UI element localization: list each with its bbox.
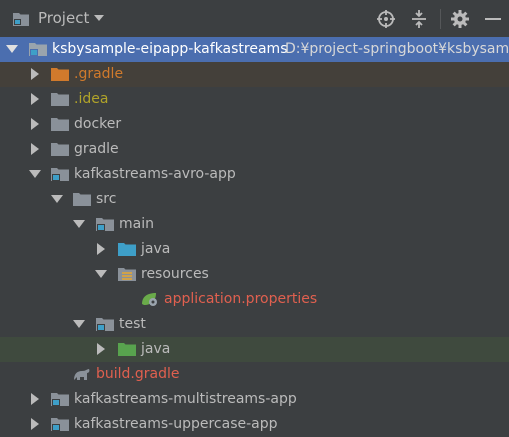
tree-item-label: docker — [74, 116, 122, 132]
folder-icon — [51, 118, 69, 131]
expanded-arrow-icon[interactable] — [73, 218, 85, 230]
module-folder-icon — [51, 393, 69, 406]
tree-item-label: gradle — [74, 141, 119, 157]
view-selector-label[interactable]: Project — [38, 9, 89, 27]
collapsed-arrow-icon[interactable] — [95, 243, 107, 255]
collapsed-arrow-icon[interactable] — [29, 143, 41, 155]
tree-row-idea[interactable]: .idea — [0, 87, 509, 112]
excluded-folder-icon — [51, 68, 69, 81]
tree-item-label: kafkastreams-avro-app — [74, 166, 236, 182]
collapsed-arrow-icon[interactable] — [29, 393, 41, 405]
project-folder-icon — [13, 13, 29, 26]
root-module-name: ksbysample-eipapp-kafkastreams — [52, 41, 288, 57]
collapse-all-icon[interactable] — [409, 9, 429, 29]
tree-item-label: main — [119, 216, 154, 232]
tree-item-label: build.gradle — [96, 366, 180, 382]
collapsed-arrow-icon[interactable] — [95, 343, 107, 355]
folder-icon — [73, 193, 91, 206]
locate-icon[interactable] — [376, 9, 396, 29]
project-tree[interactable]: ksbysample-eipapp-kafkastreams D:¥projec… — [0, 37, 509, 432]
tree-item-label: .gradle — [74, 66, 124, 82]
gradle-file-icon — [74, 369, 90, 380]
collapsed-arrow-icon[interactable] — [29, 68, 41, 80]
module-folder-icon — [96, 318, 114, 331]
expanded-arrow-icon[interactable] — [51, 193, 63, 205]
module-folder-icon — [51, 418, 69, 431]
tree-item-label: test — [119, 316, 146, 332]
tree-item-label: java — [141, 341, 171, 357]
tree-row-gradle[interactable]: gradle — [0, 137, 509, 162]
expanded-arrow-icon[interactable] — [29, 168, 41, 180]
expanded-arrow-icon[interactable] — [73, 318, 85, 330]
tree-row-test[interactable]: test — [0, 312, 509, 337]
collapsed-arrow-icon[interactable] — [29, 93, 41, 105]
chevron-down-icon[interactable] — [93, 13, 105, 23]
test-source-folder-icon — [118, 343, 136, 356]
tree-row-main[interactable]: main — [0, 212, 509, 237]
tree-item-label: application.properties — [164, 291, 318, 307]
tree-item-label: java — [141, 241, 171, 257]
project-tool-window-header: Project — [0, 0, 509, 37]
tree-row-main-java[interactable]: java — [0, 237, 509, 262]
tree-row-root[interactable]: ksbysample-eipapp-kafkastreams D:¥projec… — [0, 37, 509, 62]
tree-row-application-properties[interactable]: application.properties — [0, 287, 509, 312]
module-folder-icon — [96, 218, 114, 231]
module-folder-icon — [29, 43, 47, 56]
tree-row-kafkastreams-multistreams-app[interactable]: kafkastreams-multistreams-app — [0, 387, 509, 412]
tree-item-label: kafkastreams-uppercase-app — [74, 416, 278, 432]
resources-folder-icon — [118, 268, 136, 281]
tree-row-kafkastreams-uppercase-app[interactable]: kafkastreams-uppercase-app — [0, 412, 509, 437]
tree-row-build-gradle[interactable]: build.gradle — [0, 362, 509, 387]
tree-row-src[interactable]: src — [0, 187, 509, 212]
root-module-path: D:¥project-springboot¥ksbysample — [285, 41, 509, 57]
tree-row-kafkastreams-avro-app[interactable]: kafkastreams-avro-app — [0, 162, 509, 187]
tree-row-docker[interactable]: docker — [0, 112, 509, 137]
folder-icon — [51, 93, 69, 106]
folder-icon — [51, 143, 69, 156]
header-divider — [440, 9, 441, 29]
source-folder-icon — [118, 243, 136, 256]
tree-item-label: kafkastreams-multistreams-app — [74, 391, 297, 407]
expanded-arrow-icon[interactable] — [95, 268, 107, 280]
tree-row-gradle-cache[interactable]: .gradle — [0, 62, 509, 87]
collapsed-arrow-icon[interactable] — [29, 418, 41, 430]
expanded-arrow-icon[interactable] — [6, 43, 18, 55]
tree-item-label: .idea — [74, 91, 109, 107]
tree-row-resources[interactable]: resources — [0, 262, 509, 287]
tree-item-label: src — [96, 191, 117, 207]
collapsed-arrow-icon[interactable] — [29, 118, 41, 130]
spring-properties-file-icon — [142, 293, 157, 306]
tree-row-test-java[interactable]: java — [0, 337, 509, 362]
tree-item-label: resources — [141, 266, 209, 282]
module-folder-icon — [51, 168, 69, 181]
gear-icon[interactable] — [450, 9, 470, 29]
minimize-icon[interactable] — [483, 9, 503, 29]
